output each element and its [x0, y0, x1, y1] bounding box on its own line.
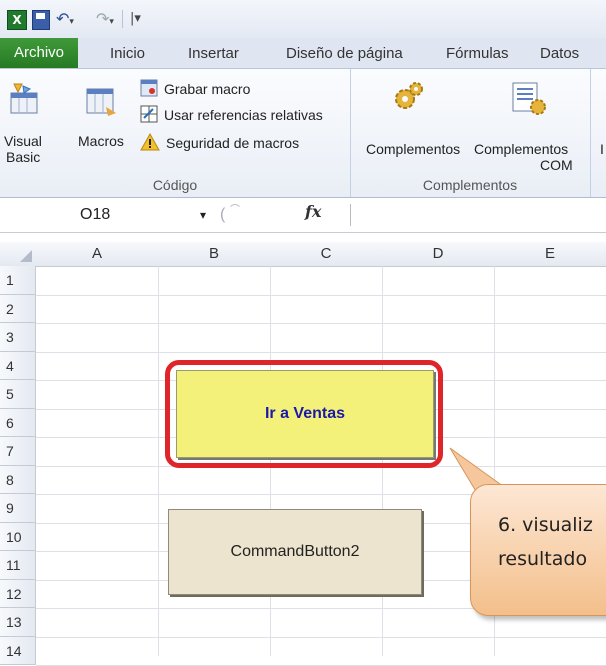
- command-button-2[interactable]: CommandButton2: [168, 509, 422, 595]
- visual-basic-label-2: Basic: [6, 149, 41, 165]
- redo-dropdown-icon[interactable]: ▾: [109, 17, 114, 27]
- com-addins-icon: [512, 82, 546, 115]
- complementos-label: Complementos: [366, 141, 461, 157]
- row-header[interactable]: 14: [0, 636, 36, 665]
- visual-basic-icon: [10, 83, 38, 114]
- cancel-icon: ⌒: [230, 205, 240, 216]
- save-icon[interactable]: [32, 10, 50, 30]
- formula-bar-divider: [350, 204, 351, 226]
- row-header[interactable]: 4: [0, 351, 36, 380]
- select-all-icon: [20, 250, 32, 262]
- tab-formulas[interactable]: Fórmulas: [446, 45, 509, 62]
- visual-basic-label-1: Visual: [4, 133, 42, 149]
- formula-bar: O18 ▾ ( ⌒ fx: [0, 198, 606, 233]
- ribbon: Visual Basic Macros Grabar macro Usar re…: [0, 69, 606, 198]
- tab-archivo[interactable]: Archivo: [0, 38, 78, 68]
- tab-inicio[interactable]: Inicio: [110, 45, 145, 62]
- row-header[interactable]: 8: [0, 465, 36, 494]
- relative-references-icon: [140, 105, 158, 123]
- row-header[interactable]: 2: [0, 294, 36, 323]
- row-header[interactable]: 1: [0, 266, 36, 295]
- group-complementos: Complementos Complementos COM Complement…: [350, 69, 591, 197]
- fx-icon[interactable]: fx: [305, 202, 321, 221]
- select-all-corner[interactable]: [0, 242, 37, 267]
- name-box[interactable]: O18 ▾ ( ⌒: [0, 202, 250, 228]
- tab-datos[interactable]: Datos: [540, 45, 579, 62]
- callout-text: 6. visualiz resultado: [498, 514, 593, 570]
- usar-referencias-label: Usar referencias relativas: [164, 107, 323, 123]
- grid-line: [158, 266, 159, 656]
- complementos-com-label-1: Complementos: [474, 141, 569, 157]
- row-header[interactable]: 10: [0, 522, 36, 551]
- column-header-a[interactable]: A: [36, 242, 159, 267]
- redo-icon[interactable]: ↷▾: [96, 10, 114, 28]
- column-header-e[interactable]: E: [494, 242, 606, 267]
- column-header-b[interactable]: B: [158, 242, 271, 267]
- grabar-macro-label: Grabar macro: [164, 81, 251, 97]
- name-box-dropdown-icon[interactable]: ▾: [200, 202, 206, 228]
- grid-line: [36, 294, 606, 296]
- undo-icon[interactable]: ↶▾: [56, 10, 74, 28]
- ribbon-tabs: Archivo Inicio Insertar Diseño de página…: [0, 38, 606, 69]
- insert-function-paren-icon: (: [220, 206, 226, 223]
- row-header[interactable]: 5: [0, 380, 36, 409]
- row-header[interactable]: 3: [0, 323, 36, 352]
- undo-dropdown-icon[interactable]: ▾: [69, 17, 74, 27]
- complementos-com-label-2: COM: [540, 157, 573, 173]
- row-header[interactable]: 7: [0, 437, 36, 466]
- toolbar-separator: [122, 10, 123, 28]
- group-codigo: Visual Basic Macros Grabar macro Usar re…: [0, 69, 351, 197]
- group-complementos-label: Complementos: [422, 177, 518, 193]
- macros-icon: [86, 88, 116, 116]
- tab-diseno-pagina[interactable]: Diseño de página: [286, 45, 403, 62]
- row-header[interactable]: 13: [0, 608, 36, 637]
- seguridad-macros-label: Seguridad de macros: [166, 135, 300, 151]
- row-header[interactable]: 6: [0, 408, 36, 437]
- column-header-d[interactable]: D: [382, 242, 495, 267]
- row-header[interactable]: 9: [0, 494, 36, 523]
- record-macro-icon: [140, 79, 158, 97]
- formula-input[interactable]: [352, 202, 602, 228]
- warning-icon: [140, 133, 160, 151]
- quick-access-toolbar: X ↶▾ ↷▾ |▾: [0, 0, 606, 38]
- grid-line: [36, 323, 606, 324]
- ribbon-overflow-letter: I: [600, 141, 604, 157]
- row-header[interactable]: 11: [0, 551, 36, 580]
- grid-line: [36, 636, 606, 638]
- group-codigo-label: Código: [152, 177, 198, 193]
- macros-label: Macros: [78, 133, 124, 149]
- customize-qat-icon[interactable]: |▾: [130, 10, 141, 28]
- row-header[interactable]: 12: [0, 579, 36, 608]
- gears-icon: [395, 82, 423, 109]
- excel-icon[interactable]: X: [7, 10, 27, 30]
- column-header-c[interactable]: C: [270, 242, 383, 267]
- name-box-value: O18: [80, 206, 111, 223]
- tab-insertar[interactable]: Insertar: [188, 45, 239, 62]
- ir-a-ventas-button[interactable]: Ir a Ventas: [176, 370, 434, 458]
- grid-line: [36, 351, 606, 353]
